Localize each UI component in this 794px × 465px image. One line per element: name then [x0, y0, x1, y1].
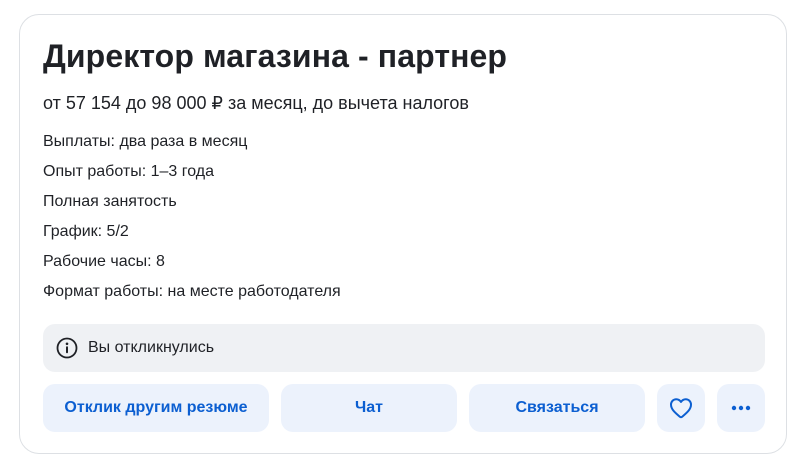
vacancy-details: Выплаты: два раза в месяц Опыт работы: 1… — [43, 127, 341, 307]
notice-text: Вы откликнулись — [88, 339, 215, 356]
detail-payments: Выплаты: два раза в месяц — [43, 133, 248, 150]
info-icon — [56, 337, 78, 359]
contact-button[interactable]: Связаться — [469, 384, 645, 432]
more-actions-button[interactable] — [717, 384, 765, 432]
detail-employment: Полная занятость — [43, 193, 177, 210]
detail-work-format: Формат работы: на месте работодателя — [43, 283, 341, 300]
more-dots-icon — [731, 405, 751, 411]
favorite-button[interactable] — [657, 384, 705, 432]
detail-work-hours: Рабочие часы: 8 — [43, 253, 165, 270]
salary: от 57 154 до 98 000 ₽ за месяц, до вычет… — [43, 93, 469, 113]
respond-other-resume-button[interactable]: Отклик другим резюме — [43, 384, 269, 432]
heart-icon — [669, 397, 693, 419]
response-notice: Вы откликнулись — [43, 324, 765, 372]
chat-button[interactable]: Чат — [281, 384, 457, 432]
vacancy-title[interactable]: Директор магазина - партнер — [43, 35, 507, 77]
vacancy-card: Директор магазина - партнер от 57 154 до… — [19, 14, 787, 454]
detail-experience: Опыт работы: 1–3 года — [43, 163, 215, 180]
detail-schedule: График: 5/2 — [43, 223, 129, 240]
